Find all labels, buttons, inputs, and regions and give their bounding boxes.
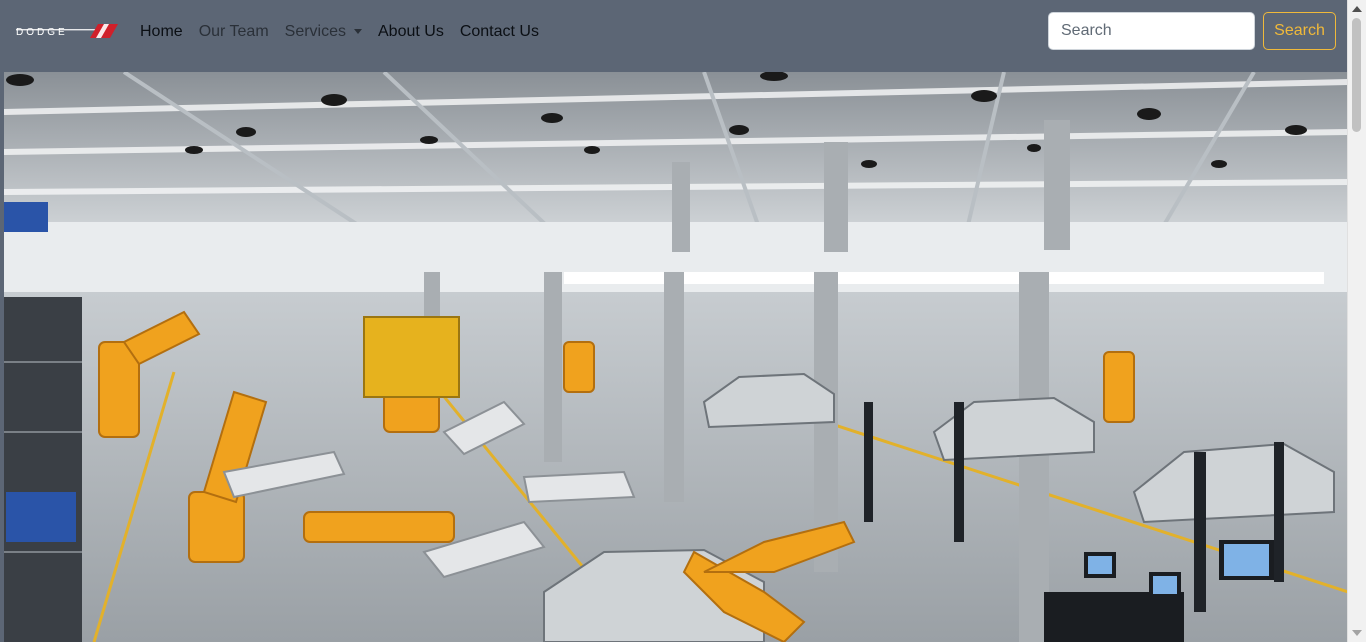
hero-image xyxy=(4,72,1348,642)
nav-our-team[interactable]: Our Team xyxy=(199,23,269,41)
factory-illustration xyxy=(4,72,1348,642)
page: DODGE Home Our Team Services About Us Co… xyxy=(0,0,1348,642)
page-scrollbar[interactable] xyxy=(1347,0,1366,642)
nav-services-dropdown[interactable]: Services xyxy=(285,23,362,41)
search-form: Search xyxy=(1048,12,1336,50)
nav-services-label: Services xyxy=(284,23,346,40)
nav-links: Home Our Team Services About Us Contact … xyxy=(140,0,555,64)
chevron-down-icon xyxy=(354,29,362,35)
nav-home[interactable]: Home xyxy=(140,23,183,41)
brand-logo[interactable]: DODGE xyxy=(14,20,118,42)
nav-contact-us[interactable]: Contact Us xyxy=(460,23,539,41)
navbar: DODGE Home Our Team Services About Us Co… xyxy=(0,0,1348,64)
scroll-down-icon[interactable] xyxy=(1352,630,1362,636)
scrollbar-thumb[interactable] xyxy=(1352,18,1361,132)
brand-wordmark: DODGE xyxy=(16,27,68,38)
search-button[interactable]: Search xyxy=(1263,12,1336,50)
nav-about-us[interactable]: About Us xyxy=(378,23,444,41)
scroll-up-icon[interactable] xyxy=(1352,6,1362,12)
search-input[interactable] xyxy=(1048,12,1255,50)
